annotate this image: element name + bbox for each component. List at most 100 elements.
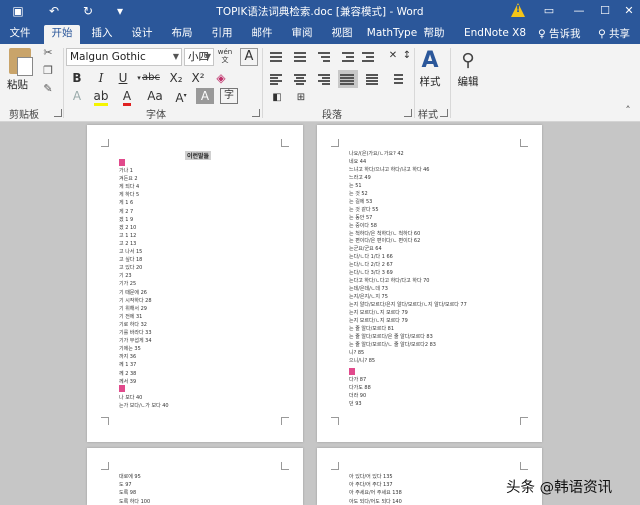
grammar-entry: 아 주다/어 주다 137 [349,482,393,489]
redo-icon[interactable]: ↻ [80,3,96,19]
strikethrough-button[interactable]: abc [140,70,162,86]
warning-icon[interactable]: ! [511,3,525,17]
tab-file[interactable]: 文件 [6,25,34,44]
grammar-entry: 기 전에 31 [119,313,143,320]
grammar-entry: 기에는 35 [119,346,141,353]
margin-marker [331,417,339,425]
align-center-icon[interactable] [292,72,308,86]
italic-button[interactable]: I [92,70,110,86]
clipboard-launcher-icon[interactable] [54,109,62,117]
align-left-icon[interactable] [268,72,284,86]
clear-formatting-icon[interactable]: ◈ [212,70,230,86]
clipboard-group-label: 剪贴板 [9,110,39,121]
document-page-3[interactable]: 대로에 95 도 97 도록 98 도록 하다 100 [87,448,303,505]
tab-references[interactable]: 引用 [208,25,236,44]
styles-icon: A [421,48,439,73]
grammar-entry: 겨든요 2 [119,176,138,183]
grammar-entry: 아 있다/어 있다 135 [349,474,393,480]
align-right-icon[interactable] [316,72,332,86]
customize-toolbar-icon[interactable]: ▾ [112,3,128,19]
copy-icon[interactable]: ❐ [40,64,56,78]
decrease-indent-icon[interactable] [340,50,356,64]
bold-button[interactable]: B [68,70,86,86]
collapse-ribbon-icon[interactable]: ˄ [620,104,636,118]
chevron-down-icon: ▼ [172,52,179,61]
text-effects-icon[interactable]: A [68,88,86,104]
tab-help[interactable]: 帮助 [420,25,448,44]
tell-me-search[interactable]: ♀ 告诉我 [538,26,581,41]
tab-mathtype[interactable]: MathType [366,25,418,44]
close-button[interactable]: ✕ [620,2,638,20]
divider [414,48,415,118]
paste-icon[interactable] [9,48,33,76]
multilevel-list-icon[interactable] [316,50,332,64]
tell-me-label: 告诉我 [549,28,581,40]
grammar-entry: 게 2 7 [119,208,134,215]
maximize-button[interactable]: ☐ [596,2,614,20]
margin-marker [520,417,528,425]
font-launcher-icon[interactable] [252,109,260,117]
grammar-entry: 는다/ㄴ다 3/다 3 69 [349,270,393,277]
ribbon-options-icon[interactable]: ▭ [540,2,558,20]
document-page-2[interactable]: 나요/(은)가요/ㄴ가요? 42 네요 44 느냐고 하다/으냐고 하다/냐고 하다… [317,125,542,442]
margin-marker [101,417,109,425]
paste-button[interactable]: 粘贴 [7,77,28,92]
document-title: 이런말들 [185,151,212,160]
subscript-button[interactable]: X₂ [166,70,186,86]
borders-icon[interactable]: ⊞ [292,90,310,106]
justify-icon[interactable] [338,70,358,88]
editing-button[interactable]: ⚲ 编辑 [456,48,480,89]
divider [63,48,64,118]
grammar-entry: 아도 되다/어도 되다 140 [349,498,402,505]
tab-review[interactable]: 审阅 [288,25,316,44]
shrink-font-icon[interactable]: A▾ [172,88,190,105]
distributed-icon[interactable] [364,72,380,86]
line-spacing-icon[interactable] [388,72,404,86]
undo-icon[interactable]: ↶ [46,3,62,19]
tab-mailings[interactable]: 邮件 [248,25,276,44]
document-page-1[interactable]: 이런말들 가나 1 겨든요 2게 되다 4게 하다 5게 1 6게 2 7겠 1 … [87,125,303,442]
grammar-entry: 기로 하다 32 [119,321,147,328]
grammar-entry: 고 싶다 18 [119,257,143,264]
save-icon[interactable]: ▣ [10,3,26,19]
numbering-icon[interactable] [292,50,308,64]
grammar-entry: 아 주세요/어 주세요 138 [349,490,402,497]
ribbon-home: 粘贴 ✂ ❐ ✎ 剪贴板 Malgun Gothic ▼ 小四 ▼ wén 文 A… [0,44,640,122]
tab-insert[interactable]: 插入 [88,25,116,44]
superscript-button[interactable]: X² [188,70,208,86]
minimize-button[interactable]: — [570,2,588,20]
grammar-entry: 는 줄 알다/모르다/은 줄 알다/모르다 83 [349,333,433,340]
grammar-entry: 는 척하다/은 척하다/ㄴ 척하다 60 [349,230,421,237]
tab-view[interactable]: 视图 [328,25,356,44]
format-painter-icon[interactable]: ✎ [40,82,56,96]
font-color-icon[interactable]: A [118,88,136,106]
phonetic-guide-icon[interactable]: wén 文 [216,48,234,64]
tab-endnote[interactable]: EndNote X8 [464,25,526,44]
share-button[interactable]: ⚲ 共享 [598,26,630,41]
cut-icon[interactable]: ✂ [40,46,56,60]
char-border-button[interactable]: A [240,48,258,66]
char-shading-icon[interactable]: A [196,88,214,104]
tab-layout[interactable]: 布局 [168,25,196,44]
font-size-combo[interactable]: 小四 ▼ [184,48,214,66]
divider [262,48,263,118]
highlight-icon[interactable]: ab [92,88,110,106]
styles-button[interactable]: A 样式 [418,48,442,89]
enclose-char-icon[interactable]: 字 [220,88,238,104]
font-name-combo[interactable]: Malgun Gothic ▼ [66,48,182,66]
grammar-entry: 는 것 같다 55 [349,206,379,213]
styles-button-label: 样式 [419,76,441,88]
bullets-icon[interactable] [268,50,284,64]
styles-launcher-icon[interactable] [440,109,448,117]
grammar-entry: 는군요/군요 64 [349,246,382,253]
shading-icon[interactable]: ◧ [268,90,286,106]
section-marker [119,159,125,166]
grammar-entry: 는 동안 57 [349,214,373,221]
paragraph-launcher-icon[interactable] [404,109,412,117]
tab-design[interactable]: 设计 [128,25,156,44]
ribbon-tabs: 文件 开始 插入 设计 布局 引用 邮件 审阅 视图 MathType 帮助 E… [0,22,640,44]
tab-home[interactable]: 开始 [44,25,80,44]
grow-font-button[interactable]: Aa [146,88,164,104]
grammar-entry: 느라고 49 [349,174,371,181]
increase-indent-icon[interactable] [360,50,376,64]
